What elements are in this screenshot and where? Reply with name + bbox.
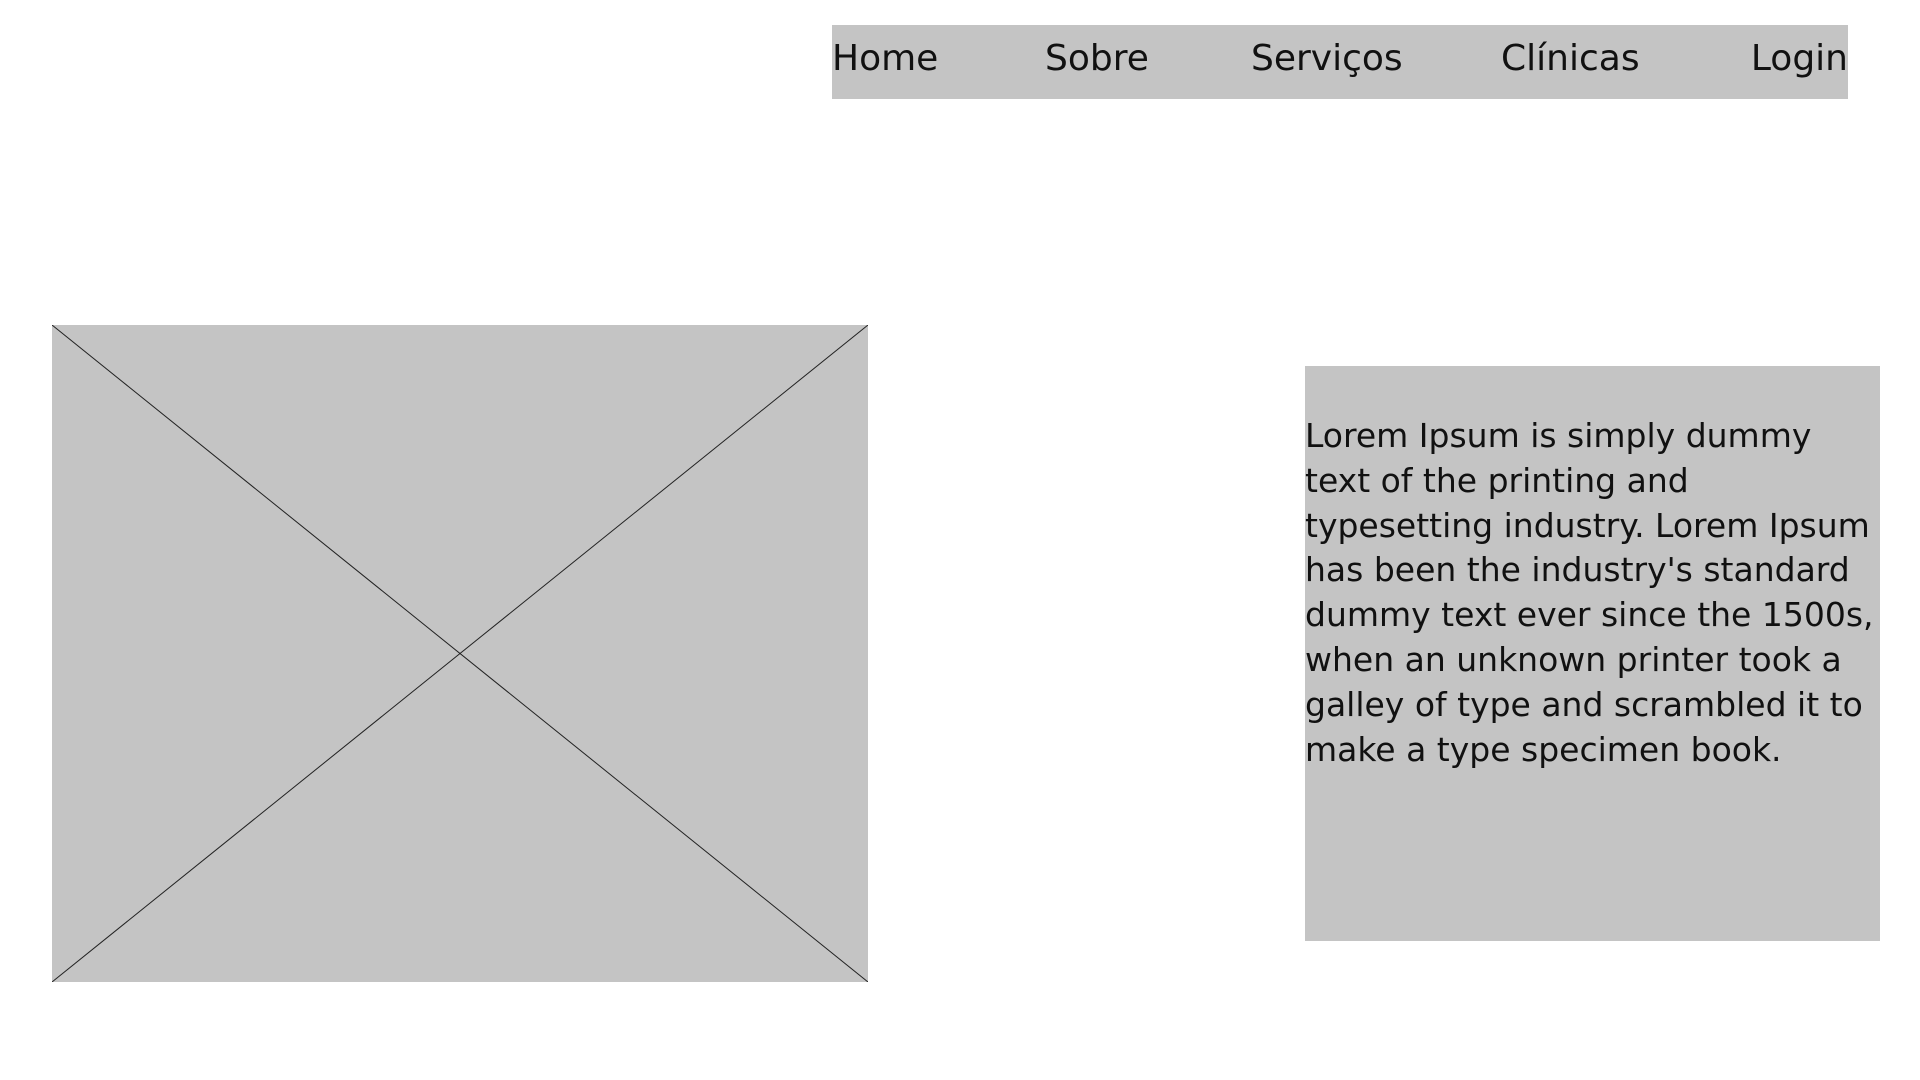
- nav-item-servicos[interactable]: Serviços: [1251, 41, 1403, 77]
- nav-item-login[interactable]: Login: [1751, 41, 1848, 77]
- top-navbar: Home Sobre Serviços Clínicas Login: [832, 25, 1848, 99]
- text-content-box: Lorem Ipsum is simply dummy text of the …: [1305, 366, 1880, 941]
- nav-item-clinicas[interactable]: Clínicas: [1501, 41, 1640, 77]
- nav-item-home[interactable]: Home: [832, 41, 938, 77]
- image-placeholder: [52, 325, 868, 982]
- image-placeholder-cross-icon: [52, 325, 868, 982]
- lorem-paragraph: Lorem Ipsum is simply dummy text of the …: [1305, 416, 1874, 769]
- nav-item-sobre[interactable]: Sobre: [1045, 41, 1149, 77]
